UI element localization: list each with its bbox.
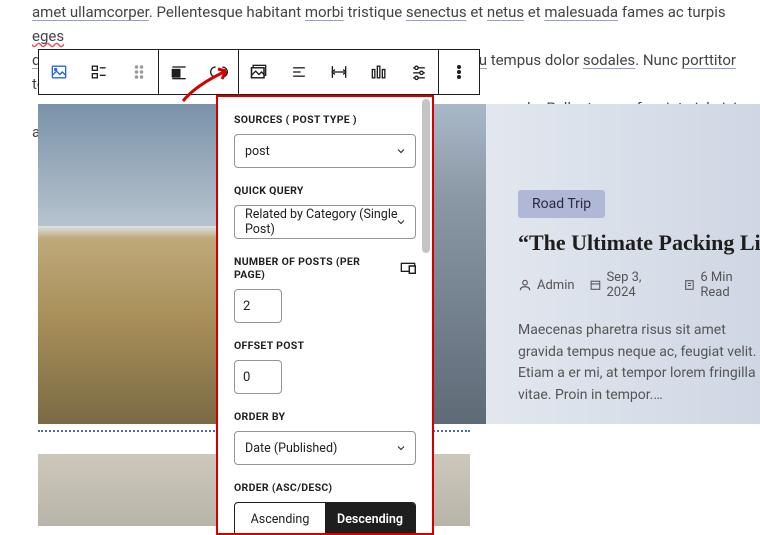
responsive-icon[interactable] (400, 262, 416, 274)
quick-query-select[interactable]: Related by Category (Single Post) (234, 205, 416, 239)
columns-button[interactable] (359, 50, 399, 94)
post-title[interactable]: “The Ultimate Packing List (518, 230, 760, 256)
transform-button[interactable] (79, 50, 119, 94)
offset-input[interactable]: 0 (234, 360, 282, 394)
card2-photo-strip (434, 104, 486, 424)
quick-query-label: QUICK QUERY (234, 184, 416, 197)
more-options-button[interactable] (439, 50, 479, 94)
author-meta[interactable]: Admin (518, 278, 575, 293)
sources-label: SOURCES ( POST TYPE ) (234, 113, 416, 126)
drag-handle[interactable] (119, 50, 159, 94)
category-badge[interactable]: Road Trip (518, 190, 605, 218)
link-button[interactable] (199, 50, 239, 94)
chevron-down-icon (395, 442, 407, 454)
settings-panel: SOURCES ( POST TYPE ) post QUICK QUERY R… (216, 95, 434, 535)
readtime-meta: 6 Min Read (683, 270, 760, 300)
number-input[interactable]: 2 (234, 289, 282, 323)
order-asc-button[interactable]: Ascending (235, 503, 325, 535)
image-button[interactable] (239, 50, 279, 94)
orderby-select[interactable]: Date (Published) (234, 431, 416, 465)
align-button[interactable] (159, 50, 199, 94)
date-meta: Sep 3, 2024 (589, 270, 669, 300)
width-button[interactable] (319, 50, 359, 94)
order-segmented: Ascending Descending (234, 502, 416, 535)
scrollbar[interactable] (422, 99, 430, 253)
post-meta: Admin Sep 3, 2024 6 Min Read (518, 270, 760, 300)
number-label: NUMBER OF POSTS (PER PAGE) (234, 255, 416, 281)
user-icon (518, 278, 532, 292)
orderby-label: ORDER BY (234, 410, 416, 423)
filters-button[interactable] (399, 50, 439, 94)
calendar-icon (589, 278, 602, 292)
text-align-button[interactable] (279, 50, 319, 94)
sources-select[interactable]: post (234, 134, 416, 168)
chevron-down-icon (395, 216, 407, 228)
block-type-button[interactable] (39, 50, 79, 94)
clock-icon (683, 278, 696, 292)
order-desc-button[interactable]: Descending (325, 503, 415, 535)
post-card: Road Trip “The Ultimate Packing List Adm… (514, 104, 760, 407)
order-label: ORDER (ASC/DESC) (234, 481, 416, 494)
chevron-down-icon (395, 145, 407, 157)
offset-label: OFFSET POST (234, 339, 416, 352)
block-toolbar (38, 49, 480, 95)
post-excerpt: Maecenas pharetra risus sit amet gravida… (518, 320, 760, 407)
